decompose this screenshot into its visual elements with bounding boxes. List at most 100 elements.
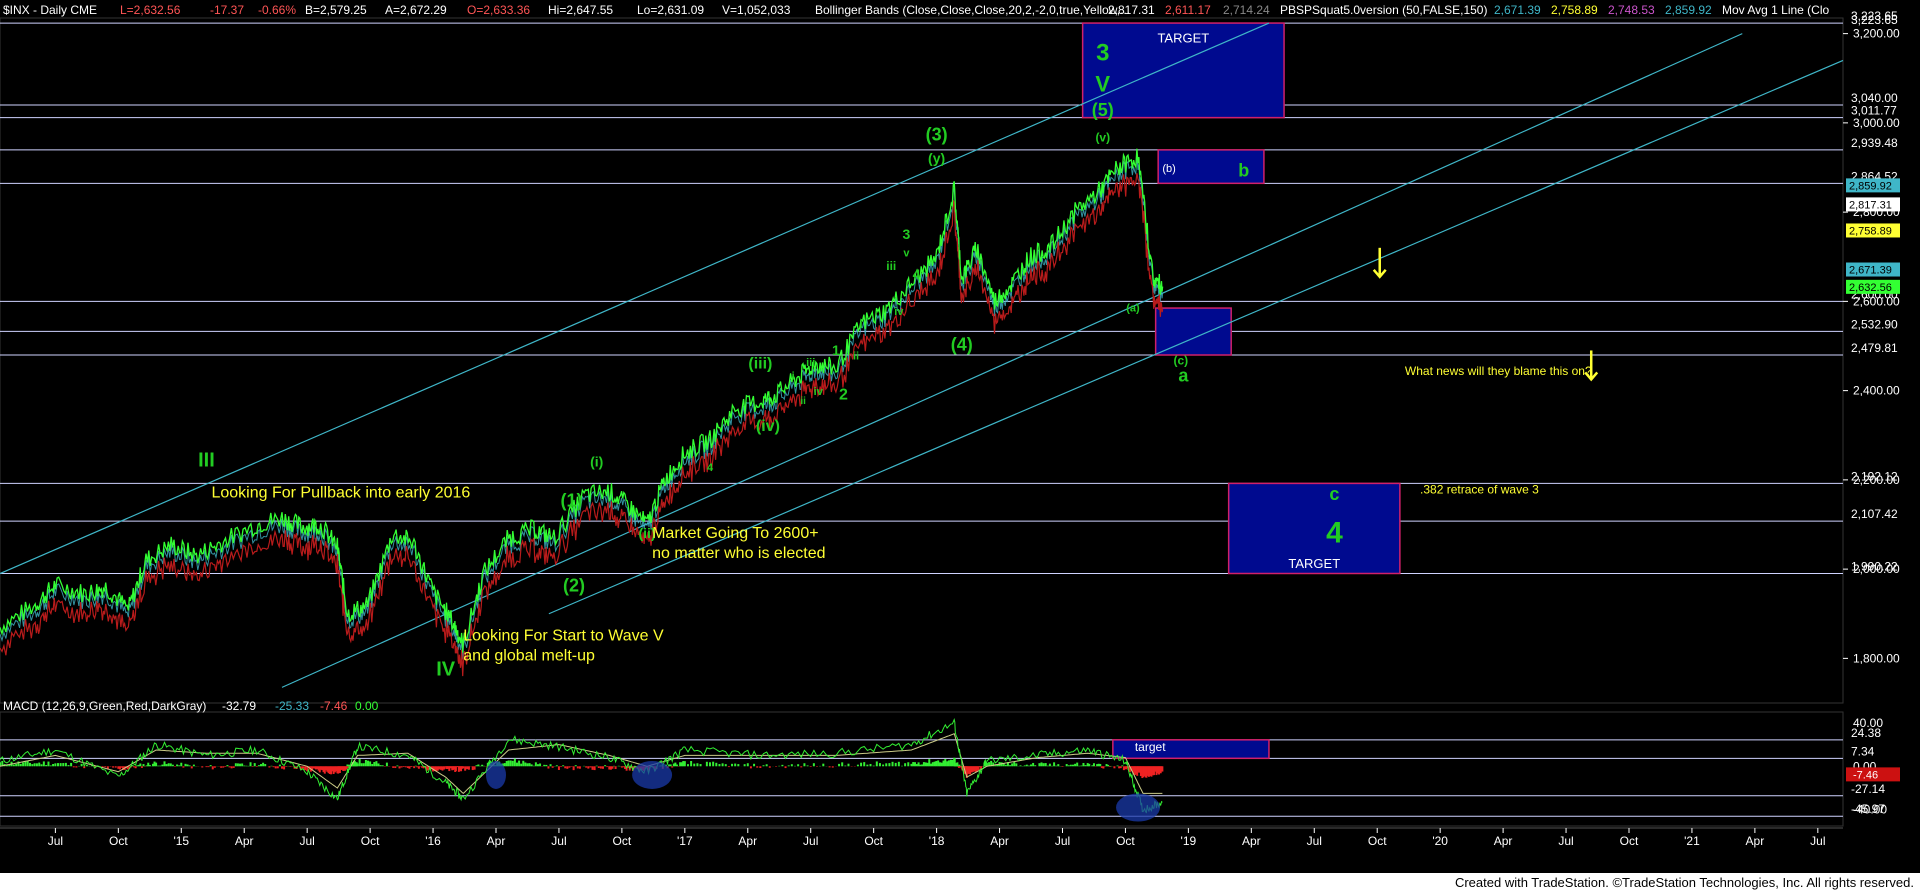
level-label: 2,939.48 (1851, 136, 1898, 150)
wave-label: (5) (1092, 100, 1114, 120)
macd-value: -32.79 (222, 699, 256, 713)
wave-label: (iii) (748, 355, 772, 372)
header-field: Mov Avg 1 Line (Clo (1722, 3, 1829, 17)
wave-label: (2) (563, 575, 585, 595)
macd-label: MACD (12,26,9,Green,Red,DarkGray) (3, 699, 206, 713)
macd-highlight-ellipse (632, 760, 673, 789)
price-tag-label: 2,671.39 (1849, 265, 1892, 277)
x-axis-label: Apr (1494, 834, 1513, 848)
level-label: 2,532.90 (1851, 317, 1898, 331)
macd-highlight-ellipse (1116, 793, 1161, 822)
header-field: 2,817.31 (1108, 3, 1155, 17)
x-axis-label: '18 (929, 834, 945, 848)
price-tag-label: 2,859.92 (1849, 180, 1892, 192)
wave-label: ii (853, 350, 859, 362)
macd-target-label: target (1135, 740, 1166, 754)
header-field: -0.66% (258, 3, 296, 17)
macd-highlight-ellipse (485, 760, 506, 789)
wave-label: (1) (561, 491, 583, 511)
header-field: B=2,579.25 (305, 3, 367, 17)
wave-label: 3 (1096, 39, 1109, 66)
header-field: Bollinger Bands (Close,Close,Close,20,2,… (815, 3, 1130, 17)
wave-label: ii (800, 396, 806, 407)
header-field: 2,859.92 (1665, 3, 1712, 17)
x-axis-label: Jul (299, 834, 314, 848)
x-axis-label: Jul (1558, 834, 1573, 848)
x-axis-label: Apr (738, 834, 757, 848)
price-tag-label: 2,758.89 (1849, 225, 1892, 237)
wave-label: 2 (839, 387, 848, 404)
x-axis-label: Oct (109, 834, 128, 848)
header-field: O=2,633.36 (467, 3, 530, 17)
wave-label: 4 (1326, 516, 1343, 549)
x-axis-label: Apr (487, 834, 506, 848)
x-axis-label: Jul (1810, 834, 1825, 848)
x-axis-label: Jul (48, 834, 63, 848)
target-box-label: (b) (1162, 163, 1175, 175)
level-label: 3,223.65 (1851, 13, 1898, 27)
x-axis-label: '15 (173, 834, 189, 848)
footer-credit-text: Created with TradeStation. ©TradeStation… (1454, 875, 1914, 890)
wave-label: (iv) (756, 418, 780, 435)
wave-label: iii (806, 357, 815, 369)
x-axis-label: Oct (1620, 834, 1639, 848)
price-tag-label: 2,632.56 (1849, 282, 1892, 294)
header-field: L=2,632.56 (120, 3, 181, 17)
wave-label: 4 (707, 462, 714, 474)
x-axis-label: Apr (1242, 834, 1261, 848)
header-field: $INX - Daily CME (3, 3, 97, 17)
wave-label: 3 (902, 226, 910, 242)
header-field: Hi=2,647.55 (548, 3, 613, 17)
header-field: 2,671.39 (1494, 3, 1541, 17)
x-axis-label: '16 (425, 834, 441, 848)
wave-label: iii (886, 259, 896, 273)
macd-level-label: -27.14 (1851, 782, 1885, 796)
header-field: 2,758.89 (1551, 3, 1598, 17)
header-field: PBSPSquat5.0version (50,FALSE,150) (1280, 3, 1487, 17)
wave-label: a (1178, 366, 1189, 386)
wave-label: (i) (590, 453, 603, 469)
header-field: 2,611.17 (1165, 3, 1211, 17)
stock-chart: 3,223.65 3,040.00 3,011.77 2,939.48 2,864.52… (0, 0, 1920, 893)
annotation-text: and global melt-up (463, 648, 595, 665)
target-box-label: TARGET (1157, 31, 1209, 46)
x-axis-label: Oct (613, 834, 632, 848)
y-axis-label: 3,200.00 (1853, 27, 1900, 41)
x-axis-label: Jul (1307, 834, 1322, 848)
header-field: -17.37 (210, 3, 244, 17)
price-tag-label: 2,817.31 (1849, 199, 1892, 211)
header-field: A=2,672.29 (385, 3, 447, 17)
annotation-text: .382 retrace of wave 3 (1420, 482, 1539, 496)
wave-label: b (1238, 160, 1249, 180)
wave-label: v (903, 248, 910, 260)
x-axis-label: '20 (1432, 834, 1448, 848)
chart-canvas[interactable]: 3,223.653,040.003,011.772,939.482,864.52… (0, 0, 1920, 873)
wave-label: (a) (1126, 303, 1140, 315)
x-axis-label: Apr (990, 834, 1009, 848)
wave-label: c (1329, 484, 1339, 504)
annotation-text: Market Going To 2600+ (652, 525, 818, 542)
x-axis-label: Apr (1746, 834, 1765, 848)
wave-label: iv (894, 306, 904, 318)
macd-current-tag-label: -7.46 (1853, 769, 1878, 781)
footer-credit: Created with TradeStation. ©TradeStation… (0, 873, 1920, 893)
macd-value: -7.46 (320, 699, 348, 713)
header-field: 2,714.24 (1223, 3, 1270, 17)
y-axis-label: 1,800.00 (1853, 651, 1900, 665)
x-axis-label: '17 (677, 834, 693, 848)
level-label: 2,479.81 (1851, 341, 1898, 355)
annotation-text: What news will they blame this on? (1405, 364, 1592, 378)
annotation-text: no matter who is elected (652, 545, 825, 562)
level-label: 2,107.42 (1851, 507, 1898, 521)
wave-label: i (792, 370, 795, 382)
wave-label: iv (814, 386, 824, 398)
wave-label: 1 (832, 342, 840, 358)
y-axis-label: 2,000.00 (1853, 562, 1900, 576)
y-axis-label: 2,200.00 (1853, 473, 1900, 487)
y-axis-label: 2,600.00 (1853, 294, 1900, 308)
x-axis-label: Oct (864, 834, 883, 848)
macd-level-label: 7.34 (1851, 744, 1875, 758)
y-axis-label: 3,000.00 (1853, 116, 1900, 130)
macd-value: -25.33 (275, 699, 309, 713)
header-field: V=1,052,033 (722, 3, 791, 17)
